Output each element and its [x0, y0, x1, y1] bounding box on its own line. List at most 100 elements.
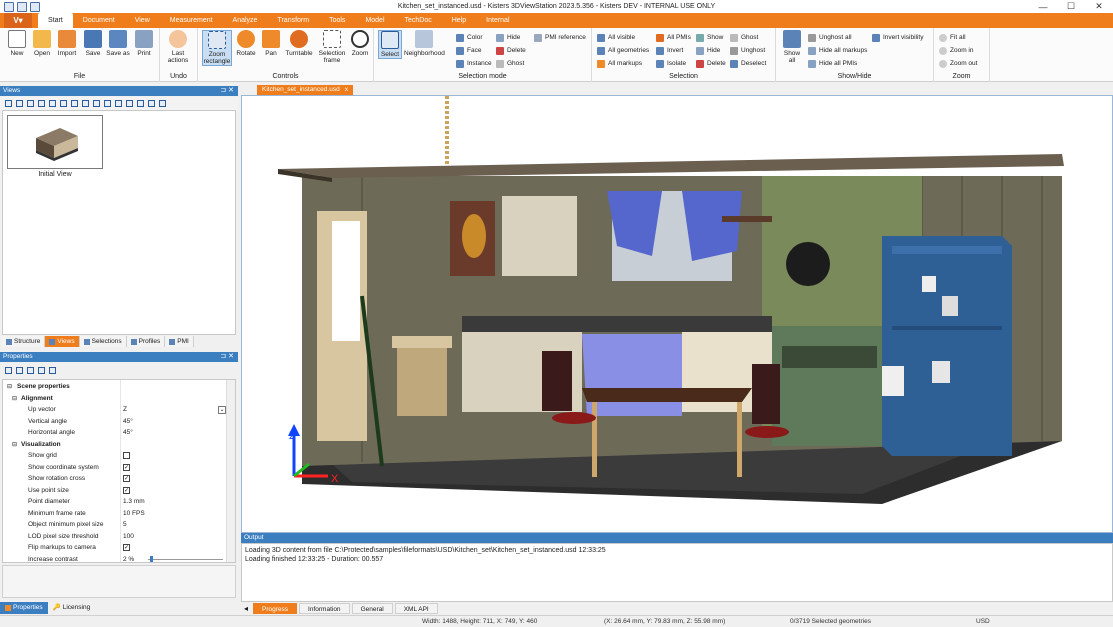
all-visible-button[interactable]: All visible [597, 32, 635, 43]
view-tool-icon[interactable] [82, 100, 89, 107]
property-row[interactable]: Up vector Z ⌄ [3, 404, 227, 416]
pin-icon[interactable]: ⊐ ✕ [220, 86, 234, 96]
filter-icon[interactable] [38, 367, 45, 374]
select-button[interactable]: Select [378, 30, 402, 59]
all-geometries-button[interactable]: All geometries [597, 45, 649, 56]
close-button[interactable]: ✕ [1085, 0, 1113, 13]
reset-icon[interactable] [49, 367, 56, 374]
view-tool-icon[interactable] [38, 100, 45, 107]
view-tool-icon[interactable] [16, 100, 23, 107]
ghost-mode-button[interactable]: Ghost [496, 58, 524, 69]
tab-document[interactable]: Document [73, 13, 125, 28]
property-value[interactable]: 1.3 mm [123, 498, 145, 505]
tab-help[interactable]: Help [442, 13, 476, 28]
tab-structure[interactable]: Structure [2, 336, 46, 347]
rotate-button[interactable]: Rotate [234, 30, 258, 57]
tab-views[interactable]: Views [45, 336, 80, 347]
invert-selection-button[interactable]: Invert [656, 45, 683, 56]
property-row[interactable]: Use point size ✓ [3, 485, 227, 497]
property-value[interactable]: 10 FPS [123, 510, 145, 517]
view-tool-icon[interactable] [49, 100, 56, 107]
hide-all-pmis-button[interactable]: Hide all PMIs [808, 58, 857, 69]
save-button[interactable]: Save [81, 30, 105, 57]
property-row[interactable]: Point diameter 1.3 mm [3, 496, 227, 508]
tab-properties[interactable]: Properties [0, 602, 48, 614]
document-tab[interactable]: Kitchen_set_instanced.usd x [257, 85, 353, 95]
expand-all-icon[interactable] [5, 367, 12, 374]
property-checkbox[interactable]: ✓ [123, 544, 130, 552]
tab-profiles[interactable]: Profiles [127, 336, 166, 347]
view-tool-icon[interactable] [60, 100, 67, 107]
face-mode-button[interactable]: Face [456, 45, 481, 56]
import-button[interactable]: Import [55, 30, 79, 57]
view-tool-icon[interactable] [137, 100, 144, 107]
dropdown-arrow-icon[interactable]: ⌄ [218, 405, 226, 414]
tab-transform[interactable]: Transform [267, 13, 319, 28]
properties-scrollbar[interactable] [226, 380, 235, 562]
show-all-button[interactable]: Show all [780, 30, 804, 64]
view-tool-icon[interactable] [148, 100, 155, 107]
hide-mode-button[interactable]: Hide [496, 32, 520, 43]
tab-pmi[interactable]: PMI [165, 336, 194, 347]
neighborhood-button[interactable]: Neighborhood [404, 30, 445, 57]
property-row[interactable]: Show grid [3, 450, 227, 462]
save-as-button[interactable]: Save as [106, 30, 130, 57]
app-menu-button[interactable]: V ▾ [4, 13, 32, 28]
property-category[interactable]: ⊟ Scene properties [3, 381, 227, 393]
view-tool-icon[interactable] [159, 100, 166, 107]
view-tool-icon[interactable] [5, 100, 12, 107]
view-tool-icon[interactable] [71, 100, 78, 107]
kitchen-3d-scene[interactable]: Z X [242, 96, 1113, 533]
delete-mode-button[interactable]: Delete [496, 45, 526, 56]
property-row[interactable]: Show coordinate system ✓ [3, 462, 227, 474]
color-mode-button[interactable]: Color [456, 32, 483, 43]
fit-all-button[interactable]: Fit all [939, 32, 966, 43]
zoom-rectangle-button[interactable]: Zoom rectangle [202, 30, 232, 66]
pin-icon[interactable]: ⊐ ✕ [220, 352, 234, 362]
property-checkbox[interactable]: ✓ [123, 486, 130, 494]
collapse-toggle-icon[interactable]: ⊟ [7, 383, 12, 390]
property-checkbox[interactable]: ✓ [123, 463, 130, 471]
save-icon[interactable] [17, 1, 27, 12]
turntable-button[interactable]: Turntable [284, 30, 314, 57]
selection-frame-button[interactable]: Selection frame [317, 30, 347, 64]
view-thumbnail[interactable] [7, 115, 103, 169]
pan-button[interactable]: Pan [259, 30, 283, 57]
close-tab-icon[interactable]: x [345, 85, 348, 95]
tab-tools[interactable]: Tools [319, 13, 355, 28]
collapse-all-icon[interactable] [16, 367, 23, 374]
property-checkbox[interactable]: ✓ [123, 475, 130, 483]
property-row[interactable]: Show rotation cross ✓ [3, 473, 227, 485]
view-tool-icon[interactable] [126, 100, 133, 107]
tab-licensing[interactable]: 🔑 Licensing [48, 602, 96, 614]
property-value[interactable]: 45° [123, 418, 133, 425]
tab-internal[interactable]: Internal [476, 13, 519, 28]
tab-view[interactable]: View [125, 13, 160, 28]
delete-selection-button[interactable]: Delete [696, 58, 726, 69]
collapse-toggle-icon[interactable]: ⊟ [12, 395, 17, 402]
open-button[interactable]: Open [30, 30, 54, 57]
tab-progress[interactable]: Progress [253, 603, 298, 614]
tab-techdoc[interactable]: TechDoc [395, 13, 442, 28]
tab-start[interactable]: Start [38, 13, 73, 28]
tab-model[interactable]: Model [355, 13, 394, 28]
tab-general[interactable]: General [351, 603, 393, 614]
instance-mode-button[interactable]: Instance [456, 58, 492, 69]
view-tool-icon[interactable] [93, 100, 100, 107]
isolate-button[interactable]: Isolate [656, 58, 686, 69]
all-pmis-button[interactable]: All PMIs [656, 32, 691, 43]
tab-analyze[interactable]: Analyze [223, 13, 268, 28]
property-checkbox[interactable] [123, 452, 130, 460]
unghost-all-button[interactable]: Unghost all [808, 32, 852, 43]
invert-visibility-button[interactable]: Invert visibility [872, 32, 923, 43]
show-selection-button[interactable]: Show [696, 32, 723, 43]
property-value[interactable]: 100 [123, 533, 134, 540]
zoom-button[interactable]: Zoom [348, 30, 372, 57]
slider-thumb[interactable] [149, 555, 153, 562]
last-actions-button[interactable]: Last actions [166, 30, 190, 64]
hide-selection-button[interactable]: Hide [696, 45, 720, 56]
view-tool-icon[interactable] [104, 100, 111, 107]
pmi-reference-button[interactable]: PMI reference [534, 32, 586, 43]
property-value[interactable]: 45° [123, 429, 133, 436]
tab-information[interactable]: Information [299, 603, 350, 614]
